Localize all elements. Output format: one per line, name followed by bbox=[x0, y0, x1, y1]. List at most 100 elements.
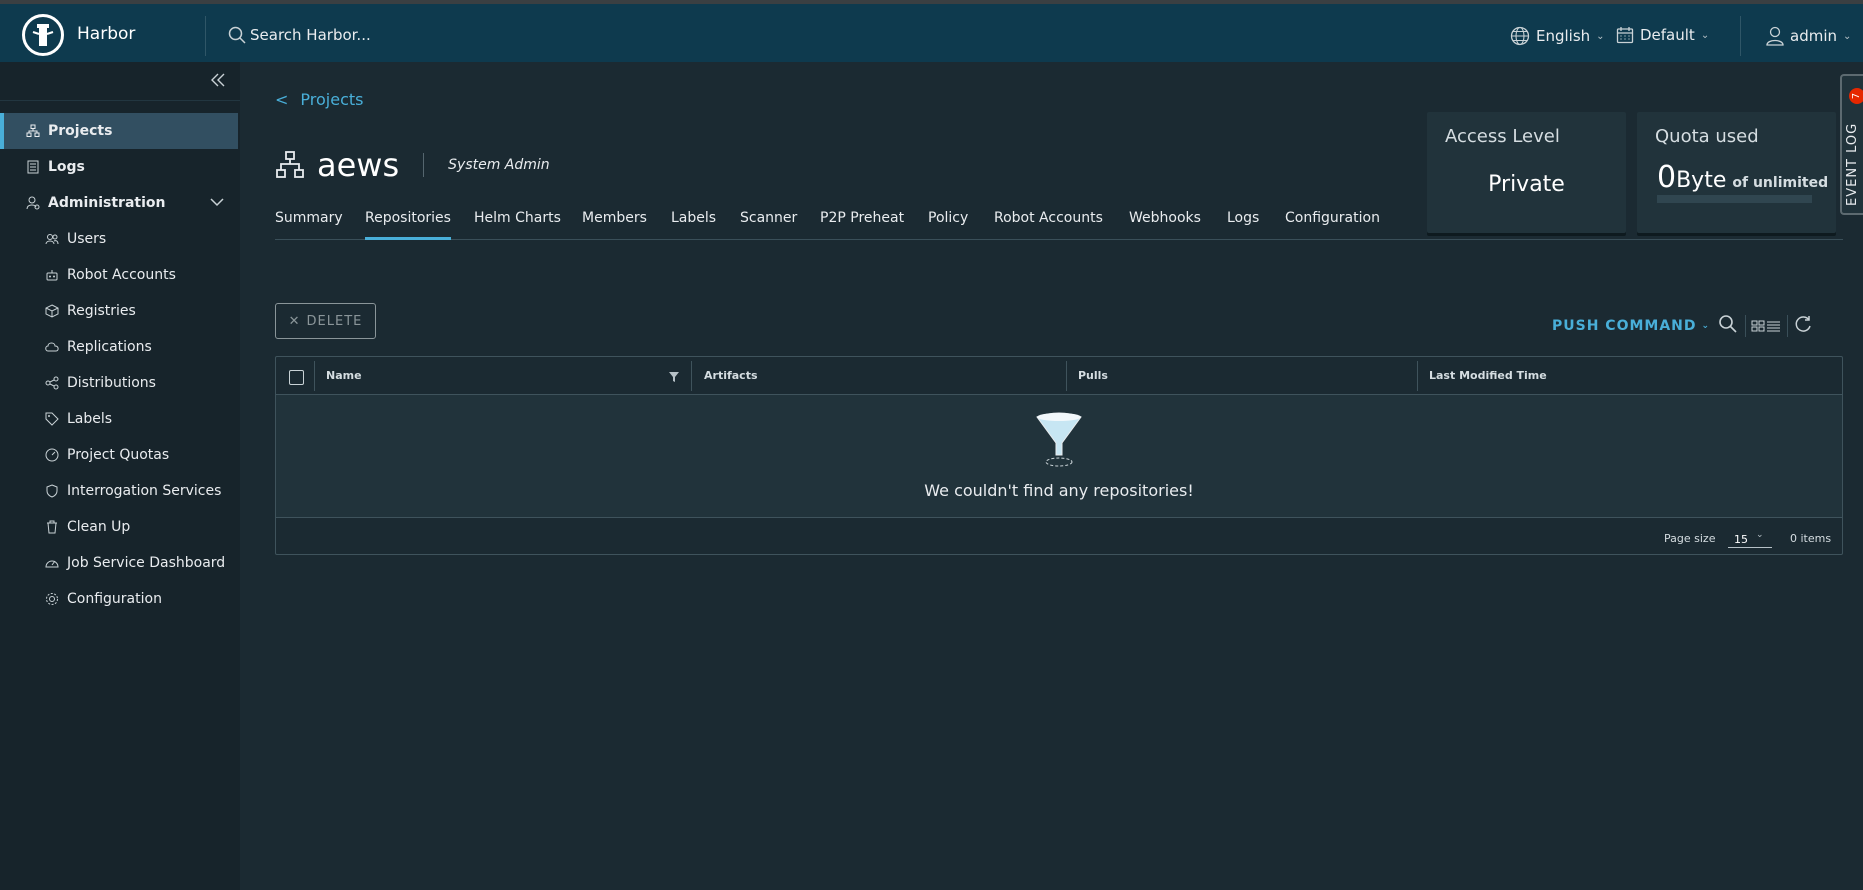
tab-configuration[interactable]: Configuration bbox=[1285, 210, 1380, 240]
tab-scanner[interactable]: Scanner bbox=[740, 210, 797, 240]
chevron-down-icon: ⌄ bbox=[1596, 30, 1605, 42]
sidebar-item-label: Labels bbox=[67, 411, 113, 427]
view-toggle-button[interactable] bbox=[1751, 318, 1781, 337]
event-log-tab[interactable]: 7 EVENT LOG bbox=[1840, 74, 1863, 215]
globe-icon bbox=[1510, 26, 1530, 46]
sidebar-item-label: Registries bbox=[67, 303, 136, 319]
sidebar-item-job-service-dashboard[interactable]: Job Service Dashboard bbox=[0, 545, 238, 581]
sidebar-divider bbox=[0, 100, 240, 101]
sidebar-item-logs[interactable]: Logs bbox=[0, 149, 238, 185]
event-log-label: EVENT LOG bbox=[1845, 122, 1860, 206]
sidebar-item-configuration[interactable]: Configuration bbox=[0, 581, 238, 617]
breadcrumb-label: Projects bbox=[300, 90, 364, 109]
refresh-button[interactable] bbox=[1793, 314, 1813, 338]
close-icon: ✕ bbox=[288, 313, 301, 329]
sidebar-item-projects[interactable]: Projects bbox=[0, 113, 238, 149]
user-icon bbox=[1766, 26, 1784, 46]
sidebar-item-label: Administration bbox=[48, 195, 166, 211]
search-icon bbox=[1719, 315, 1737, 333]
sidebar-item-project-quotas[interactable]: Project Quotas bbox=[0, 437, 238, 473]
card-title: Quota used bbox=[1655, 126, 1759, 147]
column-divider bbox=[314, 361, 315, 391]
chevron-down-icon bbox=[210, 198, 224, 207]
sidebar-item-label: Distributions bbox=[67, 375, 156, 391]
main-content: < Projects aews System Admin Access Level… bbox=[240, 62, 1863, 890]
brand-name[interactable]: Harbor bbox=[77, 24, 135, 44]
breadcrumb[interactable]: < Projects bbox=[275, 90, 363, 109]
filter-icon[interactable] bbox=[668, 371, 680, 383]
tab-helm-charts[interactable]: Helm Charts bbox=[474, 210, 561, 240]
tab-repositories[interactable]: Repositories bbox=[365, 210, 451, 240]
sidebar-item-users[interactable]: Users bbox=[0, 221, 238, 257]
select-all-checkbox[interactable] bbox=[289, 370, 304, 385]
table-header: Name Artifacts Pulls Last Modified Time bbox=[276, 357, 1842, 395]
table-footer: Page size 15 ⌄ 0 items bbox=[276, 517, 1842, 555]
double-chevron-left-icon bbox=[211, 73, 225, 87]
tab-members[interactable]: Members bbox=[582, 210, 647, 240]
project-role: System Admin bbox=[448, 157, 550, 173]
sidebar-item-distributions[interactable]: Distributions bbox=[0, 365, 238, 401]
theme-menu[interactable]: Default ⌄ bbox=[1616, 26, 1709, 44]
labels-icon bbox=[45, 412, 59, 426]
column-header-name[interactable]: Name bbox=[326, 369, 362, 382]
sidebar-item-interrogation-services[interactable]: Interrogation Services bbox=[0, 473, 238, 509]
sidebar-item-label: Project Quotas bbox=[67, 447, 170, 463]
logs-icon bbox=[26, 160, 40, 174]
dashboard-icon bbox=[45, 556, 59, 570]
sidebar-item-label: Projects bbox=[48, 123, 113, 139]
sidebar-item-label: Logs bbox=[48, 159, 85, 175]
sidebar-item-label: Job Service Dashboard bbox=[67, 555, 226, 571]
tab-webhooks[interactable]: Webhooks bbox=[1129, 210, 1201, 240]
sidebar-item-registries[interactable]: Registries bbox=[0, 293, 238, 329]
tab-p2p-preheat[interactable]: P2P Preheat bbox=[820, 210, 904, 240]
column-header-last-modified[interactable]: Last Modified Time bbox=[1429, 369, 1547, 382]
user-menu[interactable]: admin ⌄ bbox=[1766, 26, 1851, 46]
project-tabs: Summary Repositories Helm Charts Members… bbox=[275, 210, 1843, 240]
lighthouse-icon bbox=[32, 24, 54, 46]
search-button[interactable] bbox=[1718, 314, 1738, 338]
distributions-icon bbox=[45, 376, 59, 390]
column-divider bbox=[1066, 361, 1067, 391]
harbor-logo[interactable] bbox=[22, 14, 64, 56]
toolbar-divider bbox=[1745, 315, 1746, 337]
quota-number: 0 bbox=[1657, 160, 1677, 195]
collapse-sidebar-button[interactable] bbox=[210, 72, 226, 92]
projects-icon bbox=[26, 124, 40, 138]
delete-button[interactable]: ✕ DELETE bbox=[275, 303, 376, 339]
search-input[interactable] bbox=[250, 26, 550, 44]
column-header-pulls[interactable]: Pulls bbox=[1078, 369, 1108, 382]
project-header: aews System Admin bbox=[275, 146, 550, 184]
sidebar-item-clean-up[interactable]: Clean Up bbox=[0, 509, 238, 545]
language-menu[interactable]: English ⌄ bbox=[1510, 26, 1605, 46]
page-size-select[interactable]: 15 ⌄ bbox=[1728, 528, 1772, 548]
header-divider bbox=[1740, 16, 1741, 56]
language-label: English bbox=[1536, 27, 1591, 45]
chevron-down-icon: ⌄ bbox=[1756, 530, 1764, 540]
sidebar-item-robot-accounts[interactable]: Robot Accounts bbox=[0, 257, 238, 293]
sidebar-item-label: Robot Accounts bbox=[67, 267, 176, 283]
grid-list-view-icon bbox=[1751, 320, 1780, 332]
push-command-label: PUSH COMMAND bbox=[1552, 318, 1697, 334]
sidebar-item-replications[interactable]: Replications bbox=[0, 329, 238, 365]
delete-label: DELETE bbox=[306, 313, 363, 329]
users-icon bbox=[45, 232, 59, 246]
tab-policy[interactable]: Policy bbox=[928, 210, 968, 240]
search-icon bbox=[228, 26, 246, 44]
shield-icon bbox=[45, 484, 59, 498]
items-count: 0 items bbox=[1790, 532, 1832, 545]
tab-summary[interactable]: Summary bbox=[275, 210, 343, 240]
top-header: Harbor English ⌄ Default ⌄ admin ⌄ bbox=[0, 0, 1863, 62]
access-level-value: Private bbox=[1488, 172, 1565, 197]
global-search[interactable] bbox=[228, 26, 550, 44]
tab-logs[interactable]: Logs bbox=[1227, 210, 1259, 240]
tab-labels[interactable]: Labels bbox=[671, 210, 716, 240]
push-command-dropdown[interactable]: PUSH COMMAND ⌄ bbox=[1552, 318, 1710, 334]
chevron-down-icon: ⌄ bbox=[1843, 30, 1852, 42]
empty-state-text: We couldn't find any repositories! bbox=[924, 481, 1194, 500]
sidebar-item-labels[interactable]: Labels bbox=[0, 401, 238, 437]
theme-label: Default bbox=[1640, 26, 1695, 44]
sidebar-item-administration[interactable]: Administration bbox=[0, 185, 238, 221]
sidebar-item-label: Clean Up bbox=[67, 519, 131, 535]
column-header-artifacts[interactable]: Artifacts bbox=[704, 369, 758, 382]
tab-robot-accounts[interactable]: Robot Accounts bbox=[994, 210, 1103, 240]
